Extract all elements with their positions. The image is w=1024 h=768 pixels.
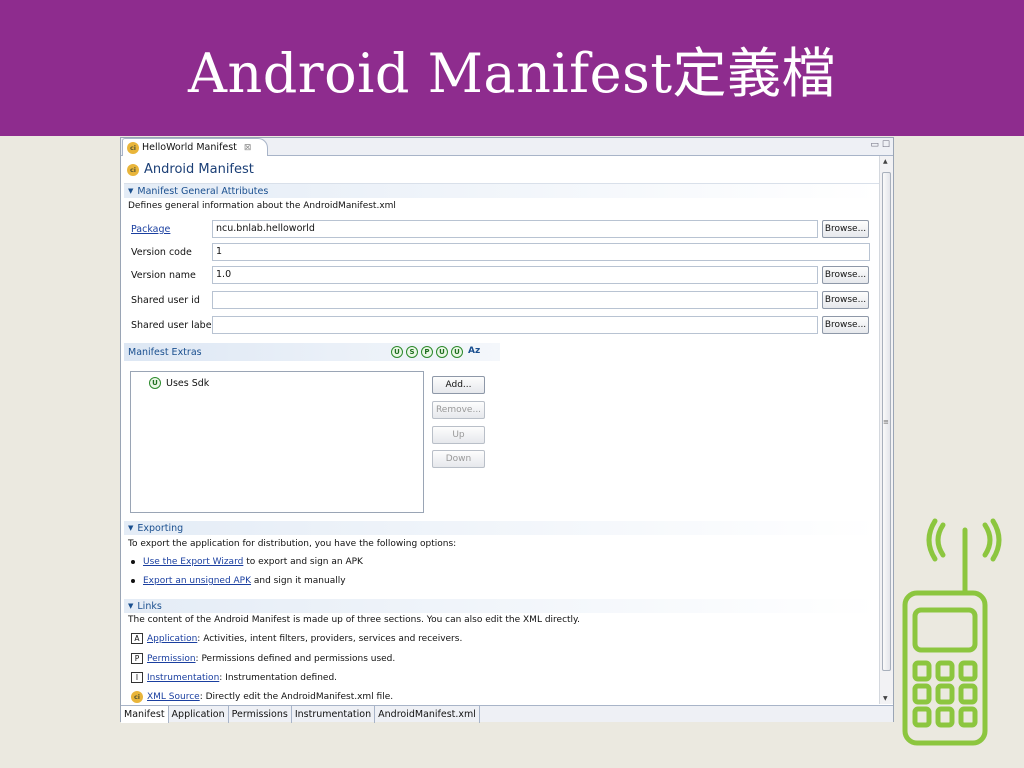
section-title: Manifest General Attributes (137, 185, 269, 197)
manifest-page-tabs: Manifest Application Permissions Instrum… (121, 705, 893, 723)
list-item-text: : Directly edit the AndroidManifest.xml … (199, 692, 394, 702)
maximize-icon[interactable]: ☐ (882, 140, 890, 150)
package-browse-button[interactable]: Browse... (822, 220, 869, 238)
section-general-attributes[interactable]: ▼ Manifest General Attributes (124, 184, 879, 198)
list-item: I Instrumentation: Instrumentation defin… (131, 672, 337, 683)
tab-application[interactable]: Application (169, 706, 229, 723)
shared-user-label-input[interactable] (212, 316, 818, 334)
scroll-down-icon[interactable]: ▼ (883, 695, 888, 702)
window-controls: ▭ ☐ (870, 140, 890, 150)
shared-user-label-label: Shared user label (131, 320, 215, 331)
export-unsigned-apk-link[interactable]: Export an unsigned APK (143, 576, 251, 586)
tab-permissions[interactable]: Permissions (229, 706, 292, 723)
shared-user-id-label: Shared user id (131, 295, 200, 306)
permission-icon: P (131, 653, 143, 664)
scroll-grip-icon: ≡ (883, 418, 889, 426)
uses-filter-icon[interactable]: U (391, 346, 403, 358)
form-title: Android Manifest (144, 162, 254, 177)
editor-tabstrip: ci HelloWorld Manifest ⊠ ▭ ☐ (121, 138, 893, 156)
version-code-input[interactable]: 1 (212, 243, 870, 261)
section-title: Exporting (137, 522, 184, 534)
application-icon: A (131, 633, 143, 644)
close-icon[interactable]: ⊠ (244, 143, 252, 153)
list-item-text: : Instrumentation defined. (219, 672, 338, 683)
list-item: Use the Export Wizard to export and sign… (131, 557, 363, 567)
extras-filter-toolbar: U S P U U Az (391, 346, 480, 358)
permission-filter-icon[interactable]: P (421, 346, 433, 358)
links-description: The content of the Android Manifest is m… (128, 615, 580, 625)
general-description: Defines general information about the An… (128, 201, 396, 211)
collapse-icon[interactable]: ▼ (128, 187, 133, 195)
section-links[interactable]: ▼ Links (124, 599, 879, 613)
slide-title-bar: Android Manifest定義檔 (0, 0, 1024, 136)
shared-user-id-browse-button[interactable]: Browse... (822, 291, 869, 309)
xml-source-link[interactable]: XML Source (147, 692, 200, 702)
version-code-label: Version code (131, 247, 192, 258)
list-item: A Application: Activities, intent filter… (131, 633, 462, 644)
mobile-phone-icon (902, 518, 1002, 746)
manifest-editor-window: ci HelloWorld Manifest ⊠ ▭ ☐ ci Android … (120, 137, 894, 723)
uses-sdk-icon: U (149, 377, 161, 389)
collapse-icon[interactable]: ▼ (128, 602, 133, 610)
bullet-icon (131, 579, 135, 583)
exporting-description: To export the application for distributi… (128, 539, 457, 549)
tab-manifest[interactable]: Manifest (121, 706, 169, 723)
tab-instrumentation[interactable]: Instrumentation (292, 706, 376, 723)
list-item-text: : Activities, intent filters, providers,… (197, 633, 463, 644)
instrumentation-link[interactable]: Instrumentation (147, 673, 219, 683)
collapse-icon[interactable]: ▼ (128, 524, 133, 532)
tree-item-label: Uses Sdk (166, 377, 210, 389)
tab-androidmanifest-xml[interactable]: AndroidManifest.xml (375, 706, 480, 723)
list-item-text: : Permissions defined and permissions us… (195, 653, 396, 664)
scroll-up-icon[interactable]: ▲ (883, 158, 888, 165)
shared-user-label-browse-button[interactable]: Browse... (822, 316, 869, 334)
tree-item-uses-sdk[interactable]: U Uses Sdk (149, 377, 209, 389)
list-item: ci XML Source: Directly edit the Android… (131, 691, 393, 703)
uses-feature-filter-icon[interactable]: U (451, 346, 463, 358)
minimize-icon[interactable]: ▭ (870, 140, 879, 150)
editor-tab-helloworld-manifest[interactable]: ci HelloWorld Manifest ⊠ (122, 138, 269, 156)
section-exporting[interactable]: ▼ Exporting (124, 521, 879, 535)
vertical-scrollbar[interactable]: ▲ ≡ ▼ (879, 156, 893, 704)
package-input[interactable]: ncu.bnlab.helloworld (212, 220, 818, 238)
list-item-text: to export and sign an APK (243, 557, 363, 567)
uses-permission-filter-icon[interactable]: U (436, 346, 448, 358)
add-button[interactable]: Add... (432, 376, 485, 394)
remove-button[interactable]: Remove... (432, 401, 485, 419)
shared-user-id-input[interactable] (212, 291, 818, 309)
xml-source-icon: ci (131, 691, 143, 703)
section-title: Links (137, 600, 162, 612)
down-button[interactable]: Down (432, 450, 485, 468)
slide-title: Android Manifest定義檔 (187, 41, 837, 105)
application-link[interactable]: Application (147, 634, 197, 644)
up-button[interactable]: Up (432, 426, 485, 444)
extras-tree[interactable]: U Uses Sdk (130, 371, 424, 513)
bullet-icon (131, 560, 135, 564)
editor-tab-label: HelloWorld Manifest (142, 142, 237, 153)
instrumentation-icon: I (131, 672, 143, 683)
list-item: P Permission: Permissions defined and pe… (131, 653, 395, 664)
package-label-link[interactable]: Package (131, 224, 170, 235)
section-title: Manifest Extras (128, 346, 202, 358)
version-name-browse-button[interactable]: Browse... (822, 266, 869, 284)
permission-link[interactable]: Permission (147, 654, 196, 664)
list-item: Export an unsigned APK and sign it manua… (131, 576, 346, 586)
service-filter-icon[interactable]: S (406, 346, 418, 358)
android-manifest-icon: ci (127, 141, 139, 154)
version-name-label: Version name (131, 270, 196, 281)
export-wizard-link[interactable]: Use the Export Wizard (143, 557, 243, 567)
sort-alpha-icon[interactable]: Az (468, 346, 480, 358)
android-manifest-icon: ci (127, 163, 139, 176)
version-name-input[interactable]: 1.0 (212, 266, 818, 284)
list-item-text: and sign it manually (251, 576, 346, 586)
form-header: ci Android Manifest (127, 162, 254, 177)
